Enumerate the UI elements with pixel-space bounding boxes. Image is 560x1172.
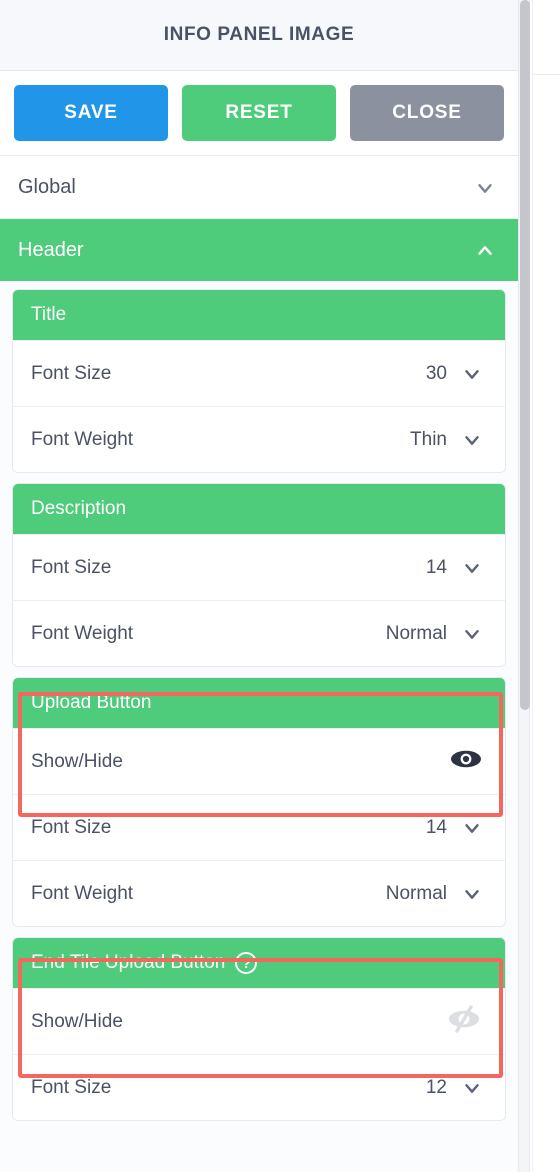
row-title-font-size[interactable]: Font Size 30 bbox=[13, 340, 505, 406]
card-title-label: Description bbox=[31, 498, 127, 519]
header-section-body: Title Font Size 30 Font Weight Thin Desc… bbox=[0, 281, 518, 1121]
row-upload-font-size[interactable]: Font Size 14 bbox=[13, 794, 505, 860]
row-value: 14 bbox=[425, 556, 447, 578]
save-button[interactable]: SAVE bbox=[14, 85, 168, 141]
row-control[interactable]: 12 bbox=[426, 1077, 483, 1099]
chevron-up-icon bbox=[474, 239, 496, 261]
help-icon[interactable]: ? bbox=[235, 952, 258, 974]
row-control[interactable]: Thin bbox=[410, 429, 483, 451]
row-description-font-weight[interactable]: Font Weight Normal bbox=[13, 600, 505, 666]
chevron-down-icon[interactable] bbox=[461, 429, 483, 451]
card-header-upload-button[interactable]: Upload Button bbox=[13, 678, 505, 728]
panel-outer-right bbox=[532, 0, 560, 1172]
row-label: Font Weight bbox=[31, 622, 134, 644]
row-control[interactable]: Normal bbox=[386, 623, 483, 645]
row-label: Font Size bbox=[31, 816, 112, 838]
row-upload-font-weight[interactable]: Font Weight Normal bbox=[13, 860, 505, 926]
row-value: Thin bbox=[410, 428, 447, 450]
card-title-label: Upload Button bbox=[31, 692, 152, 713]
eye-hidden-icon[interactable] bbox=[445, 1004, 483, 1039]
row-label: Font Weight bbox=[31, 882, 134, 904]
card-header-description[interactable]: Description bbox=[13, 484, 505, 534]
eye-visible-icon[interactable] bbox=[449, 747, 483, 776]
row-control[interactable] bbox=[445, 1004, 483, 1039]
row-label: Font Size bbox=[31, 1076, 112, 1098]
row-control[interactable]: Normal bbox=[386, 883, 483, 905]
dialog-titlebar: INFO PANEL IMAGE bbox=[0, 0, 518, 71]
info-panel-image-dialog: INFO PANEL IMAGE SAVE RESET CLOSE Global… bbox=[0, 0, 560, 1172]
card-title-label: End Tile Upload Button bbox=[31, 952, 226, 973]
settings-card-description: Description Font Size 14 Font Weight Nor… bbox=[12, 483, 506, 667]
row-value: 30 bbox=[425, 362, 447, 384]
row-control[interactable] bbox=[449, 747, 483, 776]
accordion-header-label: Header bbox=[18, 238, 84, 261]
row-end-tile-font-size[interactable]: Font Size 12 bbox=[13, 1054, 505, 1120]
chevron-down-icon bbox=[474, 177, 496, 199]
close-button[interactable]: CLOSE bbox=[350, 85, 504, 141]
row-upload-show-hide[interactable]: Show/Hide bbox=[13, 728, 505, 794]
settings-scroll-area[interactable]: Global Header Title Font Size 30 Font We… bbox=[0, 157, 518, 1172]
row-control[interactable]: 14 bbox=[426, 557, 483, 579]
settings-card-upload-button: Upload Button Show/Hide Font Size 14 Fon… bbox=[12, 677, 506, 927]
row-label: Font Size bbox=[31, 556, 112, 578]
row-value: Normal bbox=[385, 622, 447, 644]
accordion-global[interactable]: Global bbox=[0, 157, 518, 219]
row-control[interactable]: 30 bbox=[426, 363, 483, 385]
row-label: Font Weight bbox=[31, 428, 134, 450]
divider bbox=[533, 74, 560, 75]
action-toolbar: SAVE RESET CLOSE bbox=[0, 71, 518, 156]
row-description-font-size[interactable]: Font Size 14 bbox=[13, 534, 505, 600]
accordion-header[interactable]: Header bbox=[0, 219, 518, 281]
row-control[interactable]: 14 bbox=[426, 817, 483, 839]
row-label: Show/Hide bbox=[31, 750, 123, 772]
chevron-down-icon[interactable] bbox=[461, 623, 483, 645]
reset-button[interactable]: RESET bbox=[182, 85, 336, 141]
chevron-down-icon[interactable] bbox=[461, 557, 483, 579]
row-label: Show/Hide bbox=[31, 1010, 123, 1032]
chevron-down-icon[interactable] bbox=[461, 817, 483, 839]
row-title-font-weight[interactable]: Font Weight Thin bbox=[13, 406, 505, 472]
chevron-down-icon[interactable] bbox=[461, 363, 483, 385]
card-title-label: Title bbox=[31, 304, 67, 325]
accordion-global-label: Global bbox=[18, 176, 76, 198]
row-end-tile-show-hide[interactable]: Show/Hide bbox=[13, 988, 505, 1054]
chevron-down-icon[interactable] bbox=[461, 1077, 483, 1099]
row-label: Font Size bbox=[31, 362, 112, 384]
scrollbar-thumb[interactable] bbox=[520, 0, 530, 710]
chevron-down-icon[interactable] bbox=[461, 883, 483, 905]
row-value: 12 bbox=[425, 1076, 447, 1098]
card-header-title[interactable]: Title bbox=[13, 290, 505, 340]
settings-card-end-tile-upload-button: End Tile Upload Button ? Show/Hide Font … bbox=[12, 937, 506, 1121]
row-value: Normal bbox=[385, 882, 447, 904]
row-value: 14 bbox=[425, 816, 447, 838]
vertical-scrollbar[interactable] bbox=[518, 0, 530, 1172]
page-title: INFO PANEL IMAGE bbox=[163, 24, 355, 45]
card-header-end-tile-upload-button[interactable]: End Tile Upload Button ? bbox=[13, 938, 505, 988]
settings-card-title: Title Font Size 30 Font Weight Thin bbox=[12, 289, 506, 473]
